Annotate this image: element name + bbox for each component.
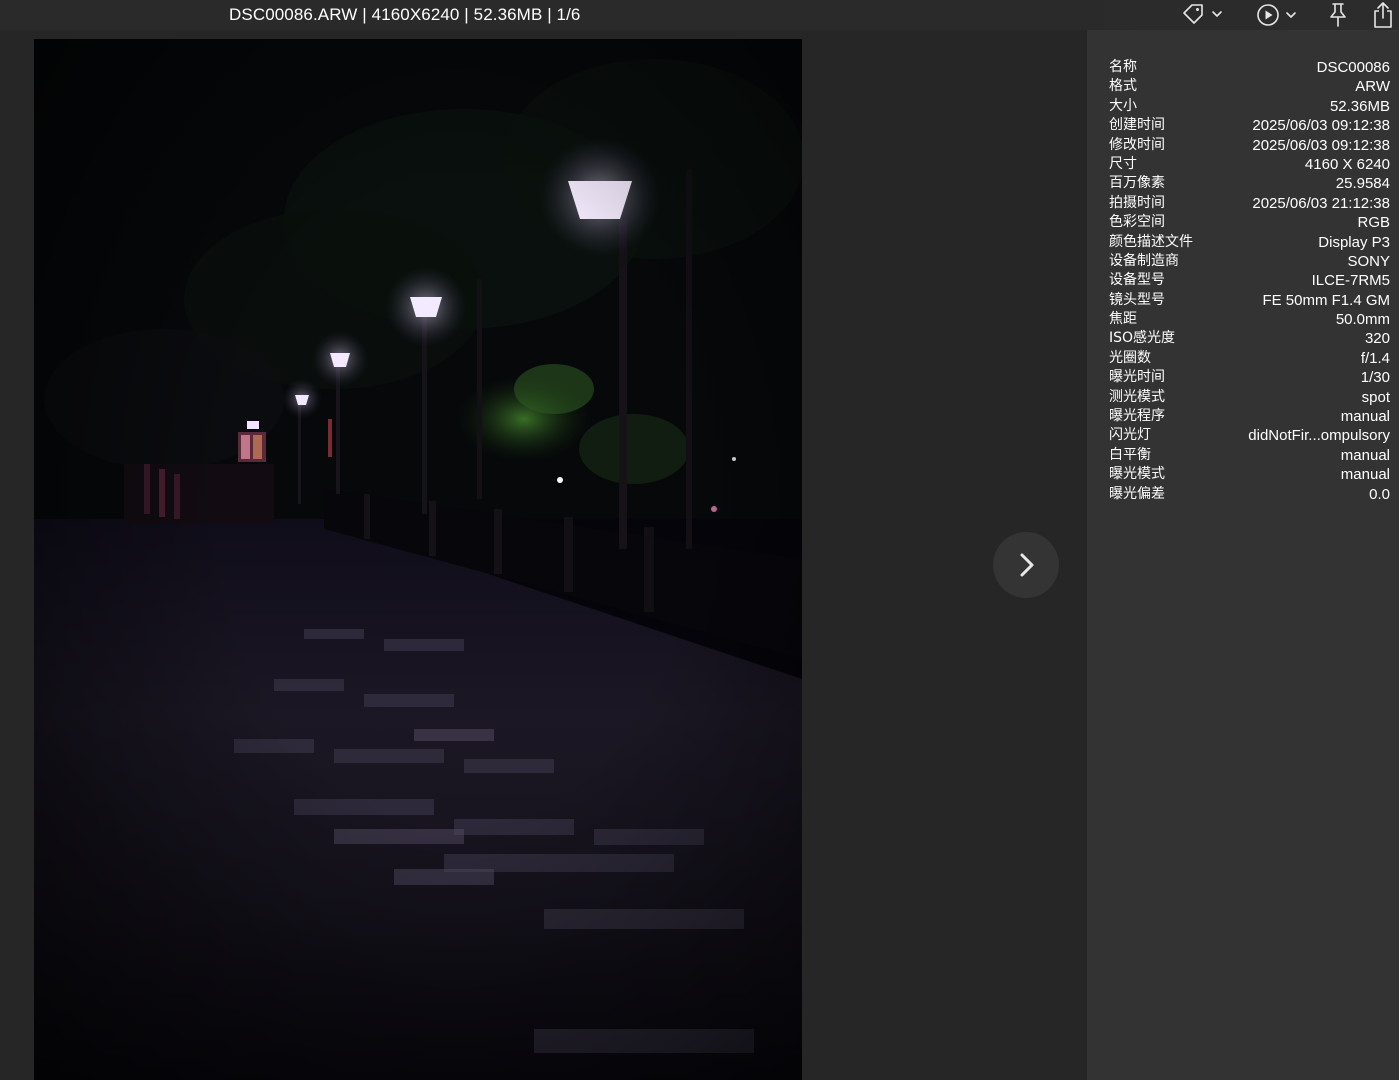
- metadata-value: manual: [1340, 446, 1390, 464]
- metadata-label: 尺寸: [1109, 155, 1137, 172]
- metadata-row: 格式 ARW: [1109, 77, 1390, 96]
- share-icon: [1374, 2, 1392, 28]
- metadata-label: 曝光时间: [1109, 369, 1165, 386]
- metadata-value: 50.0mm: [1335, 311, 1390, 329]
- metadata-row: 测光模式 spot: [1109, 388, 1390, 407]
- metadata-label: 曝光程序: [1109, 408, 1165, 425]
- metadata-list: 名称 DSC00086 格式 ARW 大小 52.36MB 创建时间 2025/…: [1109, 58, 1390, 504]
- metadata-value: 52.36MB: [1329, 97, 1390, 115]
- metadata-label: 测光模式: [1109, 388, 1165, 405]
- metadata-row: 曝光模式 manual: [1109, 465, 1390, 484]
- metadata-row: 曝光偏差 0.0: [1109, 485, 1390, 504]
- photo-canvas: [34, 39, 802, 1080]
- metadata-row: 修改时间 2025/06/03 09:12:38: [1109, 136, 1390, 155]
- metadata-row: 百万像素 25.9584: [1109, 174, 1390, 193]
- metadata-value: RGB: [1357, 214, 1390, 232]
- image-viewer-area: [0, 30, 1087, 1080]
- metadata-label: 创建时间: [1109, 117, 1165, 134]
- tag-menu-button[interactable]: [1181, 1, 1225, 29]
- metadata-value: SONY: [1347, 252, 1390, 270]
- pin-icon: [1330, 3, 1346, 27]
- metadata-label: 镜头型号: [1109, 291, 1165, 308]
- metadata-label: 曝光偏差: [1109, 485, 1165, 502]
- metadata-label: 设备制造商: [1109, 252, 1179, 269]
- play-icon: [1257, 4, 1296, 26]
- metadata-label: 格式: [1109, 78, 1137, 95]
- metadata-label: 白平衡: [1109, 446, 1151, 463]
- metadata-label: 颜色描述文件: [1109, 233, 1193, 250]
- metadata-value: 2025/06/03 09:12:38: [1252, 117, 1390, 135]
- metadata-value: 4160 X 6240: [1304, 155, 1390, 173]
- metadata-label: 曝光模式: [1109, 466, 1165, 483]
- metadata-row: 尺寸 4160 X 6240: [1109, 155, 1390, 174]
- title-bar: DSC00086.ARW | 4160X6240 | 52.36MB | 1/6: [0, 0, 1399, 30]
- metadata-value: f/1.4: [1360, 349, 1390, 367]
- image-info-panel: 名称 DSC00086 格式 ARW 大小 52.36MB 创建时间 2025/…: [1087, 30, 1399, 1080]
- metadata-label: 大小: [1109, 97, 1137, 114]
- metadata-label: 拍摄时间: [1109, 194, 1165, 211]
- metadata-label: 焦距: [1109, 311, 1137, 328]
- metadata-row: 光圈数 f/1.4: [1109, 349, 1390, 368]
- metadata-row: 创建时间 2025/06/03 09:12:38: [1109, 116, 1390, 135]
- metadata-label: 设备型号: [1109, 272, 1165, 289]
- night-path-photo[interactable]: [34, 39, 802, 1080]
- metadata-value: ARW: [1355, 78, 1390, 96]
- metadata-label: 色彩空间: [1109, 214, 1165, 231]
- metadata-label: ISO感光度: [1109, 330, 1176, 347]
- chevron-right-icon: [1020, 553, 1034, 577]
- metadata-row: 名称 DSC00086: [1109, 58, 1390, 77]
- metadata-label: 名称: [1109, 59, 1137, 75]
- image-viewer-window: DSC00086.ARW | 4160X6240 | 52.36MB | 1/6: [0, 0, 1399, 1080]
- metadata-value: spot: [1361, 388, 1390, 406]
- pin-button[interactable]: [1327, 1, 1349, 29]
- metadata-row: 镜头型号 FE 50mm F1.4 GM: [1109, 291, 1390, 310]
- metadata-row: 拍摄时间 2025/06/03 21:12:38: [1109, 194, 1390, 213]
- metadata-value: 2025/06/03 21:12:38: [1252, 194, 1390, 212]
- tag-icon: [1183, 4, 1222, 24]
- metadata-value: ILCE-7RM5: [1311, 272, 1390, 290]
- metadata-row: ISO感光度 320: [1109, 329, 1390, 348]
- metadata-row: 闪光灯 didNotFir...ompulsory: [1109, 426, 1390, 445]
- next-image-button[interactable]: [993, 532, 1059, 598]
- metadata-value: DSC00086: [1316, 59, 1390, 76]
- share-button[interactable]: [1372, 1, 1394, 29]
- metadata-row: 设备制造商 SONY: [1109, 252, 1390, 271]
- slideshow-menu-button[interactable]: [1256, 1, 1300, 29]
- metadata-value: manual: [1340, 408, 1390, 426]
- metadata-value: manual: [1340, 466, 1390, 484]
- metadata-row: 颜色描述文件 Display P3: [1109, 233, 1390, 252]
- metadata-row: 曝光程序 manual: [1109, 407, 1390, 426]
- metadata-value: 0.0: [1369, 485, 1390, 503]
- metadata-label: 闪光灯: [1109, 427, 1151, 444]
- metadata-value: FE 50mm F1.4 GM: [1262, 291, 1390, 309]
- metadata-row: 白平衡 manual: [1109, 446, 1390, 465]
- metadata-row: 设备型号 ILCE-7RM5: [1109, 271, 1390, 290]
- metadata-row: 曝光时间 1/30: [1109, 368, 1390, 387]
- metadata-label: 修改时间: [1109, 136, 1165, 153]
- metadata-row: 色彩空间 RGB: [1109, 213, 1390, 232]
- metadata-value: 2025/06/03 09:12:38: [1252, 136, 1390, 154]
- metadata-value: 25.9584: [1335, 175, 1390, 193]
- metadata-value: didNotFir...ompulsory: [1248, 427, 1390, 445]
- window-title: DSC00086.ARW | 4160X6240 | 52.36MB | 1/6: [229, 5, 581, 24]
- metadata-value: Display P3: [1318, 233, 1390, 251]
- metadata-row: 焦距 50.0mm: [1109, 310, 1390, 329]
- metadata-label: 百万像素: [1109, 175, 1165, 192]
- metadata-value: 1/30: [1360, 369, 1390, 387]
- metadata-value: 320: [1364, 330, 1390, 348]
- metadata-row: 大小 52.36MB: [1109, 97, 1390, 116]
- metadata-label: 光圈数: [1109, 349, 1151, 366]
